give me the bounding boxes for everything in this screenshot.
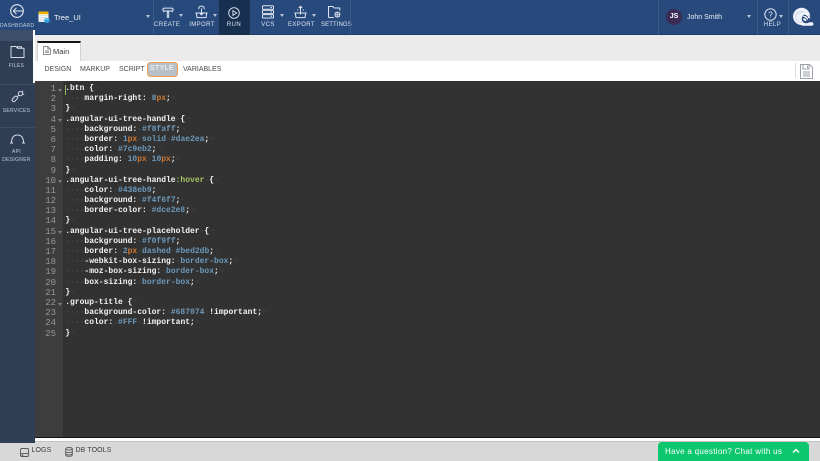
svg-text:?: ? [768, 10, 773, 19]
